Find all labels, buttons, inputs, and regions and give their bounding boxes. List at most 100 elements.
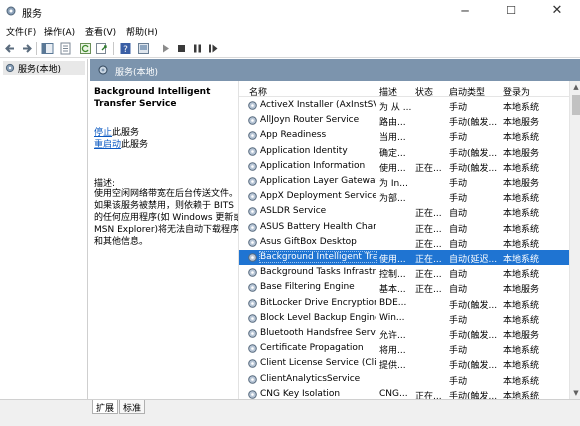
table-row[interactable]: AllJoyn Router Service 路由... 手动(触发... 本地服务	[239, 113, 569, 128]
service-name: Background Intelligent Tra...	[259, 251, 377, 263]
menu-view[interactable]: 查看(V)	[85, 25, 116, 38]
table-row[interactable]: Application Identity 确定... 手动(触发... 本地服务	[239, 144, 569, 159]
service-status: 正在...	[415, 270, 442, 281]
service-description: 提供...	[379, 361, 406, 372]
table-row[interactable]: Certificate Propagation 将用... 手动 本地系统	[239, 341, 569, 356]
service-startup-type: 手动(触发...	[449, 148, 498, 159]
service-status: 正在...	[415, 391, 442, 399]
menu-action[interactable]: 操作(A)	[44, 25, 75, 38]
service-name: BitLocker Drive Encryption ...	[260, 297, 376, 308]
tree-item-label: 服务(本地)	[18, 65, 62, 75]
back-arrow-icon[interactable]	[3, 41, 18, 56]
service-log-on-as: 本地系统	[503, 224, 540, 235]
service-name: Bluetooth Handsfree Service	[260, 328, 376, 338]
service-details-panel: Background Intelligent Transfer Service …	[90, 81, 242, 399]
service-log-on-as: 本地系统	[503, 255, 540, 265]
table-row[interactable]: Background Tasks Infrastru...控制... 正在... 自…	[239, 265, 569, 280]
tab-standard[interactable]: 标准	[119, 400, 146, 414]
service-description: 确定...	[379, 148, 406, 159]
console-icon[interactable]	[136, 41, 151, 56]
service-name: ASLDR Service	[260, 206, 327, 217]
column-header-log-on-as[interactable]: 登录为	[503, 85, 530, 98]
help-icon[interactable]: ?	[118, 41, 133, 56]
service-gear-icon	[248, 344, 257, 353]
service-name: Asus GiftBox Desktop	[260, 236, 357, 247]
table-row[interactable]: ASUS Battery Health Charg... 正在... 自动 本地系统	[239, 220, 569, 235]
panel-header-title: 服务(本地)	[115, 68, 159, 78]
table-row[interactable]: ActiveX Installer (AxInstSV) 为 从 ... 手动 本地系…	[239, 98, 569, 113]
service-gear-icon	[248, 177, 257, 186]
service-description: 使用...	[379, 255, 406, 265]
table-row[interactable]: Base Filtering Engine 基本... 正在... 自动 本地服务	[239, 280, 569, 295]
table-row[interactable]: Block Level Backup Engine ...Win... 手动 本地系…	[239, 311, 569, 326]
minimize-button[interactable]: ─	[442, 0, 488, 24]
service-startup-type: 手动(触发...	[449, 163, 498, 174]
table-row[interactable]: Asus GiftBox Desktop 正在... 自动 本地系统	[239, 235, 569, 250]
service-log-on-as: 本地系统	[503, 239, 540, 250]
console-tree-icon[interactable]	[40, 41, 55, 56]
service-name: Client License Service (Clip...	[260, 358, 376, 369]
service-log-on-as: 本地服务	[503, 285, 540, 296]
service-startup-type: 自动	[449, 285, 468, 296]
service-log-on-as: 本地系统	[503, 194, 540, 205]
export-icon[interactable]	[94, 41, 109, 56]
service-name: ClientAnalyticsService	[260, 373, 361, 384]
title-bar: 服务 ─ ☐ ✕	[0, 0, 580, 24]
pause-icon[interactable]	[190, 41, 205, 56]
service-log-on-as: 本地服务	[503, 118, 540, 129]
menu-file[interactable]: 文件(F)	[6, 25, 36, 38]
properties-icon[interactable]	[58, 41, 73, 56]
refresh-icon[interactable]	[78, 41, 93, 56]
service-log-on-as: 本地服务	[503, 179, 540, 189]
stop-icon[interactable]	[174, 41, 189, 56]
table-row[interactable]: ASLDR Service 正在... 自动 本地系统	[239, 204, 569, 219]
table-row[interactable]: Bluetooth Handsfree Service 允许... 手动(触发...…	[239, 326, 569, 341]
table-row[interactable]: Application Information 使用... 正在... 手动(触发..…	[239, 159, 569, 174]
service-startup-type: 手动	[449, 376, 468, 387]
scroll-down-arrow-icon[interactable]: ▼	[570, 387, 580, 399]
service-gear-icon	[248, 313, 257, 323]
table-row[interactable]: App Readiness 当用... 手动 本地系统	[239, 128, 569, 143]
service-status: 正在...	[415, 255, 442, 265]
table-row[interactable]: Application Layer Gateway ...为 In... 手动 本地…	[239, 174, 569, 189]
service-startup-type: 手动	[449, 194, 468, 205]
table-row[interactable]: Client License Service (Clip...提供... 手动(触…	[239, 356, 569, 371]
service-name: Application Layer Gateway ...	[260, 176, 376, 186]
table-row[interactable]: CNG Key Isolation CNG... 正在... 手动(触发... 本地系统	[239, 387, 569, 399]
service-startup-type: 手动(触发...	[449, 361, 498, 372]
service-gear-icon	[248, 116, 257, 125]
tree-item-services-local[interactable]: 服务(本地)	[3, 61, 85, 75]
service-gear-icon	[248, 359, 257, 369]
play-icon[interactable]	[158, 41, 173, 56]
forward-arrow-icon[interactable]	[19, 41, 34, 56]
maximize-button[interactable]: ☐	[488, 0, 534, 24]
table-row[interactable]: BitLocker Drive Encryption ...BDE... 手动(触…	[239, 296, 569, 311]
tab-extended[interactable]: 扩展	[92, 400, 119, 414]
service-gear-icon	[248, 253, 257, 262]
service-name: ActiveX Installer (AxInstSV)	[260, 100, 376, 110]
service-log-on-as: 本地服务	[503, 148, 540, 159]
table-row[interactable]: Background Intelligent Tra... 使用... 正在... 自…	[239, 250, 569, 265]
service-gear-icon	[248, 101, 257, 110]
service-gear-icon	[248, 192, 257, 201]
column-header-name[interactable]: 名称	[249, 85, 267, 98]
service-description: 使用...	[379, 163, 406, 174]
close-button[interactable]: ✕	[534, 0, 580, 24]
service-status: 正在...	[415, 163, 442, 174]
service-log-on-as: 本地系统	[503, 270, 540, 281]
scroll-up-arrow-icon[interactable]: ▲	[570, 81, 580, 93]
table-row[interactable]: ClientAnalyticsService 手动 本地系统	[239, 372, 569, 387]
menu-help[interactable]: 帮助(H)	[126, 25, 158, 38]
column-header-startup-type[interactable]: 启动类型	[449, 85, 485, 98]
scroll-thumb[interactable]	[572, 95, 580, 115]
column-header-description[interactable]: 描述	[379, 85, 397, 98]
restart-icon[interactable]	[206, 41, 221, 56]
table-row[interactable]: AppX Deployment Service ...为部... 手动 本地系统	[239, 189, 569, 204]
service-description: Win...	[379, 312, 405, 323]
vertical-scrollbar[interactable]: ▲ ▼	[569, 81, 580, 399]
service-startup-type: 手动	[449, 315, 468, 326]
restart-service-link[interactable]: 重启动	[94, 140, 121, 150]
service-name: Block Level Backup Engine ...	[260, 312, 376, 323]
services-gear-icon	[98, 65, 108, 75]
column-header-status[interactable]: 状态	[415, 85, 433, 98]
